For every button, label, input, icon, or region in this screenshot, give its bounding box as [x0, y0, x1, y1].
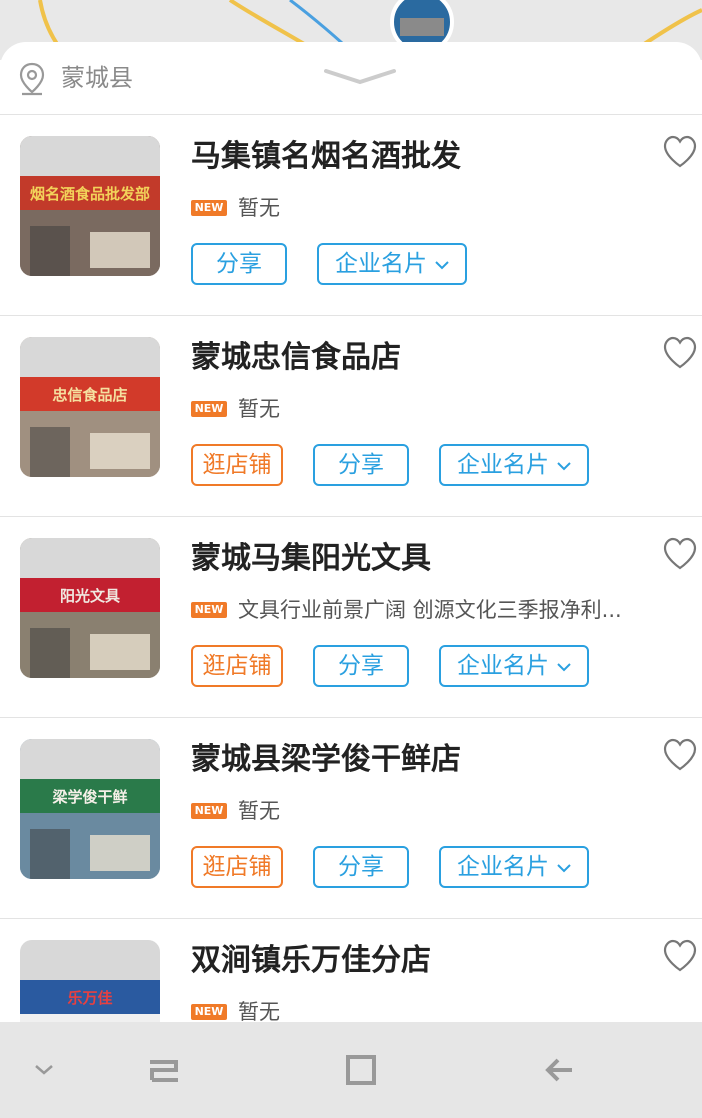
- store-name[interactable]: 蒙城县梁学俊干鲜店: [191, 740, 461, 780]
- new-badge: NEW: [191, 1004, 227, 1020]
- location-pin-icon: [19, 62, 45, 96]
- chevron-down-icon: [435, 260, 449, 269]
- share-button[interactable]: 分享: [313, 444, 409, 486]
- share-button[interactable]: 分享: [313, 645, 409, 687]
- chevron-down-icon: [557, 863, 571, 872]
- news-text[interactable]: 文具行业前景广阔 创源文化三季报净利...: [238, 595, 634, 625]
- business-card-label: 企业名片: [457, 854, 549, 880]
- store-list-item[interactable]: 阳光文具 蒙城马集阳光文具 NEW 文具行业前景广阔 创源文化三季报净利... …: [0, 517, 702, 718]
- chevron-down-icon: [557, 662, 571, 671]
- store-list-sheet: 蒙城县 烟名酒食品批发部 马集镇名烟名酒批发 NEW 暂无 分享 企业名片 忠信…: [0, 42, 702, 1022]
- sheet-header: 蒙城县: [0, 42, 702, 115]
- new-badge: NEW: [191, 602, 227, 618]
- store-name[interactable]: 蒙城马集阳光文具: [191, 539, 431, 579]
- news-text[interactable]: 暂无: [238, 193, 634, 223]
- chevron-down-icon: [557, 461, 571, 470]
- business-card-dropdown[interactable]: 企业名片: [317, 243, 467, 285]
- visit-store-button[interactable]: 逛店铺: [191, 444, 283, 486]
- share-button[interactable]: 分享: [191, 243, 287, 285]
- business-card-dropdown[interactable]: 企业名片: [439, 846, 589, 888]
- heart-outline-icon[interactable]: [662, 336, 698, 370]
- store-list-item[interactable]: 梁学俊干鲜 蒙城县梁学俊干鲜店 NEW 暂无 逛店铺 分享 企业名片: [0, 718, 702, 919]
- store-list-item[interactable]: 烟名酒食品批发部 马集镇名烟名酒批发 NEW 暂无 分享 企业名片: [0, 115, 702, 316]
- business-card-label: 企业名片: [457, 452, 549, 478]
- news-line: NEW 暂无: [191, 193, 641, 223]
- system-navigation-bar: [0, 1022, 702, 1118]
- recent-apps-icon[interactable]: [146, 1052, 182, 1088]
- share-button[interactable]: 分享: [313, 846, 409, 888]
- news-line: NEW 暂无: [191, 997, 641, 1022]
- store-thumbnail[interactable]: 乐万佳: [20, 940, 160, 1022]
- news-line: NEW 暂无: [191, 796, 641, 826]
- store-list-item[interactable]: 乐万佳 双涧镇乐万佳分店 NEW 暂无 逛店铺分享 企业名片: [0, 919, 702, 1022]
- home-square-icon[interactable]: [344, 1052, 378, 1088]
- store-thumbnail[interactable]: 梁学俊干鲜: [20, 739, 160, 879]
- store-name[interactable]: 马集镇名烟名酒批发: [191, 137, 461, 177]
- news-text[interactable]: 暂无: [238, 394, 634, 424]
- news-text[interactable]: 暂无: [238, 997, 634, 1022]
- heart-outline-icon[interactable]: [662, 738, 698, 772]
- new-badge: NEW: [191, 803, 227, 819]
- back-arrow-icon[interactable]: [542, 1052, 578, 1088]
- location-label[interactable]: 蒙城县: [61, 62, 133, 94]
- visit-store-button[interactable]: 逛店铺: [191, 846, 283, 888]
- chevron-down-wide-icon[interactable]: [324, 68, 396, 86]
- store-name[interactable]: 蒙城忠信食品店: [191, 338, 401, 378]
- store-thumbnail[interactable]: 烟名酒食品批发部: [20, 136, 160, 276]
- store-sign-text: 烟名酒食品批发部: [30, 185, 150, 203]
- store-sign-text: 阳光文具: [60, 587, 120, 605]
- new-badge: NEW: [191, 401, 227, 417]
- store-list: 烟名酒食品批发部 马集镇名烟名酒批发 NEW 暂无 分享 企业名片 忠信食品店 …: [0, 115, 702, 1022]
- store-sign-text: 乐万佳: [67, 989, 112, 1007]
- heart-outline-icon[interactable]: [662, 135, 698, 169]
- store-name[interactable]: 双涧镇乐万佳分店: [191, 941, 431, 981]
- store-thumbnail[interactable]: 忠信食品店: [20, 337, 160, 477]
- business-card-dropdown[interactable]: 企业名片: [439, 645, 589, 687]
- store-sign-text: 忠信食品店: [52, 386, 127, 404]
- news-line: NEW 暂无: [191, 394, 641, 424]
- heart-outline-icon[interactable]: [662, 939, 698, 973]
- store-list-item[interactable]: 忠信食品店 蒙城忠信食品店 NEW 暂无 逛店铺 分享 企业名片: [0, 316, 702, 517]
- new-badge: NEW: [191, 200, 227, 216]
- store-sign-text: 梁学俊干鲜: [51, 788, 127, 806]
- news-text[interactable]: 暂无: [238, 796, 634, 826]
- business-card-label: 企业名片: [335, 251, 427, 277]
- business-card-label: 企业名片: [457, 653, 549, 679]
- heart-outline-icon[interactable]: [662, 537, 698, 571]
- store-thumbnail[interactable]: 阳光文具: [20, 538, 160, 678]
- visit-store-button[interactable]: 逛店铺: [191, 645, 283, 687]
- news-line: NEW 文具行业前景广阔 创源文化三季报净利...: [191, 595, 641, 625]
- business-card-dropdown[interactable]: 企业名片: [439, 444, 589, 486]
- chevron-down-icon[interactable]: [32, 1052, 56, 1088]
